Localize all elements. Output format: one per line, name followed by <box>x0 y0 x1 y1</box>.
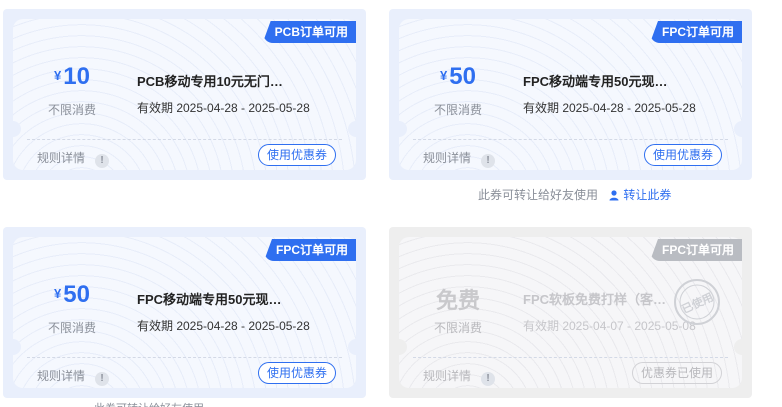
coupon-title: FPC移动端专用50元现… <box>523 74 668 89</box>
rules-details[interactable]: 规则详情! <box>423 149 496 168</box>
coupon-amount: 免费 <box>435 288 480 313</box>
notch-left <box>391 121 407 137</box>
transfer-link-label: 转让此券 <box>623 188 672 202</box>
notch-left <box>391 339 407 355</box>
info-icon[interactable]: ! <box>481 372 496 386</box>
currency-symbol: ¥ <box>54 68 62 83</box>
coupon-used-button: 优惠券已使用 <box>631 362 722 384</box>
transfer-text: 此券可转让给好友使用 <box>94 403 204 407</box>
use-coupon-button[interactable]: 使用优惠券 <box>257 144 336 166</box>
divider <box>27 357 342 358</box>
transfer-note-cut: 此券可转让给好友使用 <box>94 400 294 407</box>
rules-label: 规则详情 <box>37 151 86 165</box>
order-type-tag: FPC订单可用 <box>649 239 742 261</box>
coupon-card-used: 免费 不限消费 FPC软板免费打样（客… 有效期 2025-04-07 - 20… <box>389 227 752 398</box>
user-icon <box>609 190 619 201</box>
notch-left <box>5 121 21 137</box>
rules-label: 规则详情 <box>423 151 472 165</box>
info-icon[interactable]: ! <box>95 154 110 168</box>
divider <box>27 139 342 140</box>
notch-right <box>734 121 750 137</box>
coupon-validity: 有效期 2025-04-07 - 2025-05-08 <box>523 319 696 333</box>
transfer-text: 此券可转让给好友使用 <box>478 188 599 202</box>
coupon-condition: 不限消费 <box>433 321 482 335</box>
coupon-card: ¥50 不限消费 FPC移动端专用50元现… 有效期 2025-04-28 - … <box>389 9 752 180</box>
notch-right <box>348 339 364 355</box>
rules-label: 规则详情 <box>423 369 472 383</box>
coupon-condition: 不限消费 <box>47 103 96 117</box>
divider <box>413 357 728 358</box>
transfer-coupon-link[interactable]: 转让此券 <box>609 188 671 202</box>
coupon-condition: 不限消费 <box>433 103 482 117</box>
notch-right <box>348 121 364 137</box>
rules-details[interactable]: 规则详情! <box>37 367 110 386</box>
coupon-card: ¥50 不限消费 FPC移动端专用50元现… 有效期 2025-04-28 - … <box>3 227 366 398</box>
order-type-tag: FPC订单可用 <box>649 21 742 43</box>
used-stamp-icon: 已使用 <box>674 279 720 325</box>
coupon-card: ¥10 不限消费 PCB移动专用10元无门… 有效期 2025-04-28 - … <box>3 9 366 180</box>
coupon-validity: 有效期 2025-04-28 - 2025-05-28 <box>137 101 310 115</box>
divider <box>413 139 728 140</box>
notch-left <box>5 339 21 355</box>
coupon-amount: ¥50 <box>413 63 503 91</box>
use-coupon-button[interactable]: 使用优惠券 <box>643 144 722 166</box>
notch-right <box>734 339 750 355</box>
currency-symbol: ¥ <box>54 286 62 301</box>
coupon-condition: 不限消费 <box>47 321 96 335</box>
coupon-validity: 有效期 2025-04-28 - 2025-05-28 <box>137 319 310 333</box>
coupon-amount: ¥10 <box>27 63 117 91</box>
amount-value: 50 <box>63 281 90 308</box>
order-type-tag: FPC订单可用 <box>263 239 356 261</box>
coupon-title: PCB移动专用10元无门… <box>137 74 283 89</box>
coupon-amount: ¥50 <box>27 281 117 309</box>
coupon-title: FPC移动端专用50元现… <box>137 292 282 307</box>
use-coupon-button[interactable]: 使用优惠券 <box>257 362 336 384</box>
info-icon[interactable]: ! <box>481 154 496 168</box>
coupon-title: FPC软板免费打样（客… <box>523 292 667 307</box>
rules-details[interactable]: 规则详情! <box>37 149 110 168</box>
coupon-validity: 有效期 2025-04-28 - 2025-05-28 <box>523 101 696 115</box>
order-type-tag: PCB订单可用 <box>262 21 356 43</box>
transfer-note: 此券可转让给好友使用 转让此券 <box>478 186 671 203</box>
rules-details[interactable]: 规则详情! <box>423 367 496 386</box>
currency-symbol: ¥ <box>440 68 448 83</box>
info-icon[interactable]: ! <box>95 372 110 386</box>
amount-value: 50 <box>449 63 476 90</box>
rules-label: 规则详情 <box>37 369 86 383</box>
amount-value: 10 <box>63 63 90 90</box>
